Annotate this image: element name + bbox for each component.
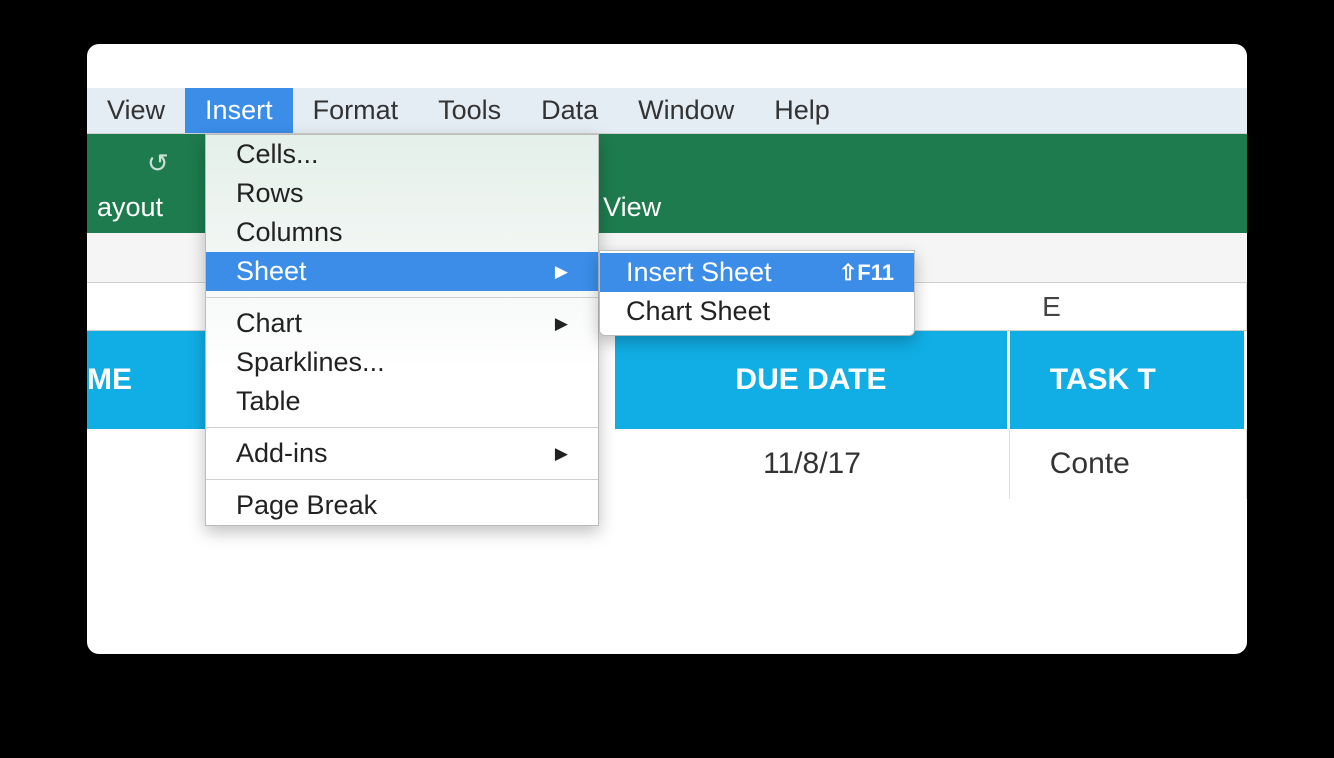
menu-separator [206, 297, 598, 298]
menu-item-label: Sparklines... [236, 347, 385, 378]
menu-item-label: Sheet [236, 256, 307, 287]
menu-item-label: Cells... [236, 139, 319, 170]
table-header-name[interactable]: ME [87, 331, 215, 429]
menu-insert[interactable]: Insert [185, 88, 293, 133]
undo-icon[interactable]: ↺ [147, 148, 169, 179]
menu-separator [206, 479, 598, 480]
cell-due-date[interactable]: 11/8/17 [615, 429, 1010, 499]
menu-cells[interactable]: Cells... [206, 135, 598, 174]
menu-item-label: Table [236, 386, 301, 417]
menu-window[interactable]: Window [618, 88, 754, 133]
menu-item-label: Chart [236, 308, 302, 339]
table-header-due-date[interactable]: DUE DATE [615, 331, 1010, 429]
submenu-item-label: Chart Sheet [626, 296, 770, 327]
app-viewport: View Insert Format Tools Data Window Hel… [87, 88, 1247, 608]
menu-columns[interactable]: Columns [206, 213, 598, 252]
submenu-insert-sheet[interactable]: Insert Sheet ⇧F11 [600, 253, 914, 292]
submenu-arrow-icon: ▶ [555, 444, 568, 464]
cell-name[interactable] [87, 429, 215, 499]
menu-item-label: Columns [236, 217, 343, 248]
menu-table[interactable]: Table [206, 382, 598, 421]
menu-item-label: Rows [236, 178, 304, 209]
menu-view[interactable]: View [87, 88, 185, 133]
menu-item-label: Page Break [236, 490, 377, 521]
menu-item-label: Add-ins [236, 438, 328, 469]
column-header-e[interactable]: E [857, 283, 1247, 330]
menu-sheet[interactable]: Sheet ▶ [206, 252, 598, 291]
menu-tools[interactable]: Tools [418, 88, 521, 133]
table-header-task[interactable]: TASK T [1010, 331, 1247, 429]
menubar: View Insert Format Tools Data Window Hel… [87, 88, 1247, 134]
window-frame: View Insert Format Tools Data Window Hel… [87, 44, 1247, 654]
menu-page-break[interactable]: Page Break [206, 486, 598, 525]
cell-task[interactable]: Conte [1010, 429, 1247, 499]
ribbon-tab-layout[interactable]: ayout [87, 192, 183, 223]
insert-dropdown: Cells... Rows Columns Sheet ▶ Chart ▶ Sp… [205, 134, 599, 526]
menu-chart[interactable]: Chart ▶ [206, 304, 598, 343]
menu-format[interactable]: Format [293, 88, 419, 133]
submenu-arrow-icon: ▶ [555, 314, 568, 334]
keyboard-shortcut: ⇧F11 [839, 260, 894, 286]
menu-data[interactable]: Data [521, 88, 618, 133]
submenu-item-label: Insert Sheet [626, 257, 772, 288]
submenu-arrow-icon: ▶ [555, 262, 568, 282]
menu-help[interactable]: Help [754, 88, 850, 133]
menu-sparklines[interactable]: Sparklines... [206, 343, 598, 382]
menu-separator [206, 427, 598, 428]
sheet-submenu: Insert Sheet ⇧F11 Chart Sheet [599, 250, 915, 336]
submenu-chart-sheet[interactable]: Chart Sheet [600, 292, 914, 331]
menu-rows[interactable]: Rows [206, 174, 598, 213]
menu-addins[interactable]: Add-ins ▶ [206, 434, 598, 473]
